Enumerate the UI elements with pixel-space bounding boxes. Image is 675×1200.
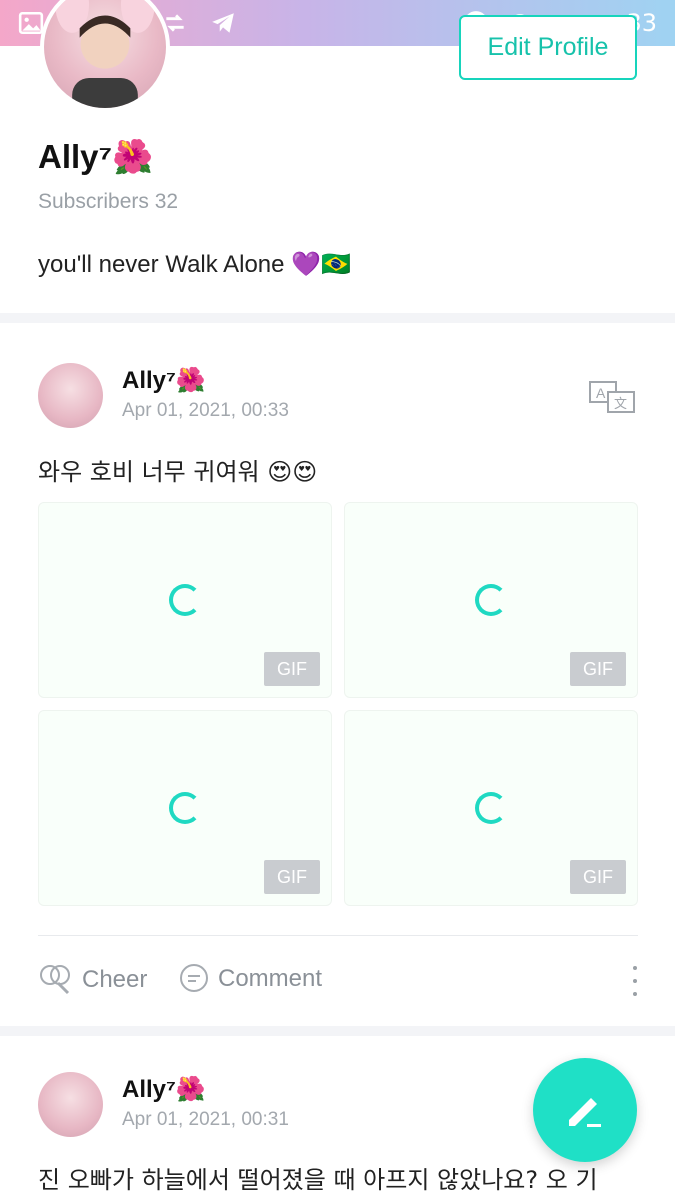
post-date: Apr 01, 2021, 00:33 bbox=[122, 400, 289, 421]
post-text: 와우 호비 너무 귀여워 😍😍 bbox=[38, 458, 318, 486]
post-date: Apr 01, 2021, 00:31 bbox=[122, 1109, 289, 1130]
gif-thumbnail[interactable]: GIF bbox=[344, 710, 638, 906]
comment-icon bbox=[180, 964, 208, 992]
gif-badge: GIF bbox=[264, 860, 320, 894]
post-avatar[interactable] bbox=[38, 363, 103, 428]
loading-spinner-icon bbox=[475, 792, 507, 824]
section-divider bbox=[0, 313, 675, 323]
comment-label: Comment bbox=[218, 965, 323, 992]
loading-spinner-icon bbox=[169, 792, 201, 824]
loading-spinner-icon bbox=[475, 584, 507, 616]
profile-bio: you'll never Walk Alone 💜🇧🇷 bbox=[38, 251, 351, 278]
gif-badge: GIF bbox=[264, 652, 320, 686]
gif-thumbnail[interactable]: GIF bbox=[38, 710, 332, 906]
post-divider bbox=[38, 935, 638, 936]
loading-spinner-icon bbox=[169, 584, 201, 616]
subscriber-count[interactable]: Subscribers 32 bbox=[38, 190, 178, 214]
section-divider bbox=[0, 1026, 675, 1036]
profile-avatar[interactable] bbox=[40, 0, 170, 112]
post-author[interactable]: Ally⁷🌺 bbox=[122, 1075, 206, 1104]
gif-thumbnail[interactable]: GIF bbox=[38, 502, 332, 698]
gif-grid: GIF GIF GIF GIF bbox=[38, 502, 638, 906]
telegram-icon bbox=[212, 13, 234, 33]
profile-photo bbox=[55, 0, 155, 108]
image-icon bbox=[18, 11, 44, 35]
compose-button[interactable] bbox=[533, 1058, 637, 1162]
more-options-icon[interactable] bbox=[630, 966, 640, 996]
gif-badge: GIF bbox=[570, 652, 626, 686]
gif-badge: GIF bbox=[570, 860, 626, 894]
post-text: 진 오빠가 하늘에서 떨어졌을 때 아프지 않았나요? 오 기 bbox=[38, 1166, 598, 1194]
svg-text:文: 文 bbox=[614, 397, 627, 412]
cheer-button[interactable]: Cheer bbox=[38, 963, 147, 997]
post-avatar[interactable] bbox=[38, 1072, 103, 1137]
cheer-label: Cheer bbox=[82, 966, 148, 993]
gif-thumbnail[interactable]: GIF bbox=[344, 502, 638, 698]
translate-icon[interactable]: A 文 bbox=[588, 380, 636, 414]
svg-text:A: A bbox=[596, 385, 606, 401]
pencil-icon bbox=[569, 1098, 601, 1127]
comment-button[interactable]: Comment bbox=[178, 963, 322, 995]
profile-name: Ally⁷🌺 bbox=[38, 138, 154, 175]
edit-profile-button[interactable]: Edit Profile bbox=[459, 15, 637, 80]
post-author[interactable]: Ally⁷🌺 bbox=[122, 366, 206, 395]
cheer-icon bbox=[40, 965, 70, 995]
